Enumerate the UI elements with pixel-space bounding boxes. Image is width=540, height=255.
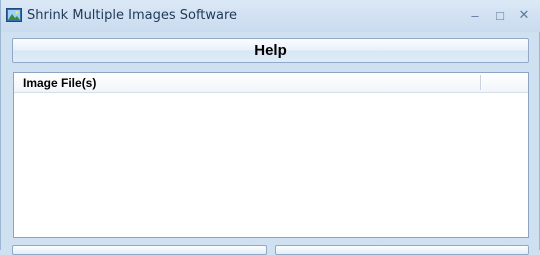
bottom-right-button[interactable] bbox=[275, 245, 529, 255]
app-window: Shrink Multiple Images Software – □ ✕ He… bbox=[0, 0, 540, 255]
image-app-icon bbox=[6, 8, 22, 22]
list-body[interactable] bbox=[14, 93, 528, 237]
close-button[interactable]: ✕ bbox=[512, 4, 536, 26]
help-button[interactable]: Help bbox=[12, 38, 529, 63]
bottom-left-button[interactable] bbox=[12, 245, 267, 255]
window-title: Shrink Multiple Images Software bbox=[27, 8, 238, 23]
title-bar[interactable]: Shrink Multiple Images Software – □ ✕ bbox=[1, 0, 540, 32]
list-header: Image File(s) bbox=[14, 73, 528, 93]
minimize-button[interactable]: – bbox=[463, 4, 487, 26]
maximize-button[interactable]: □ bbox=[488, 4, 512, 26]
column-header-image-files[interactable]: Image File(s) bbox=[23, 76, 96, 90]
image-file-list[interactable]: Image File(s) bbox=[13, 72, 529, 238]
column-divider-highlight bbox=[481, 75, 482, 90]
